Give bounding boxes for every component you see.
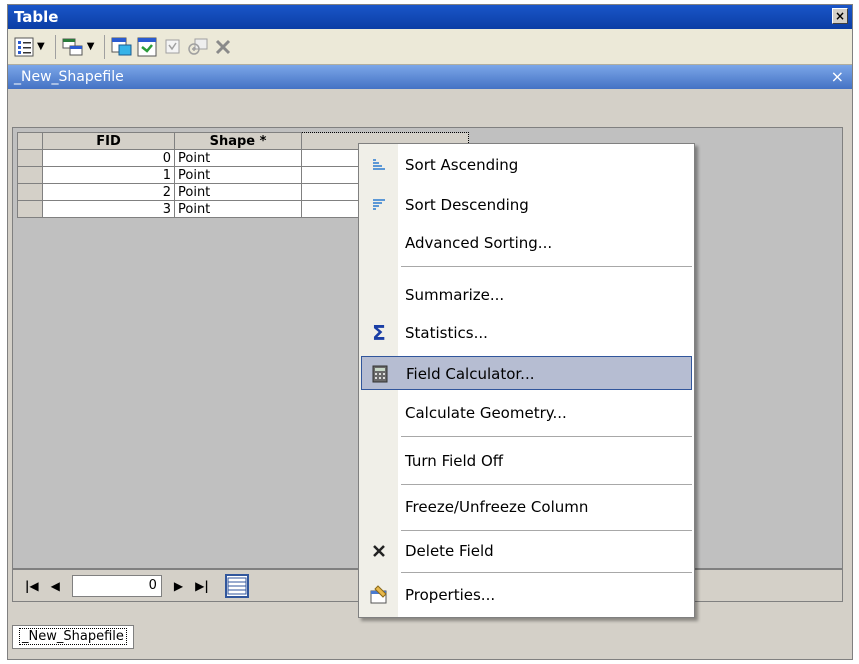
- menu-item-label: Freeze/Unfreeze Column: [405, 498, 589, 516]
- menu-item-label: Statistics...: [405, 324, 488, 342]
- menu-item-summarize[interactable]: Summarize...: [361, 278, 692, 312]
- select-by-attributes-button[interactable]: [111, 34, 133, 60]
- switch-selection-button[interactable]: [137, 34, 159, 60]
- cell-shape[interactable]: Point: [174, 183, 302, 201]
- cell-fid[interactable]: 2: [42, 183, 175, 201]
- menu-separator: [401, 484, 692, 485]
- row-selector[interactable]: [17, 200, 43, 218]
- sigma-icon: Σ: [372, 321, 386, 345]
- menu-separator: [401, 266, 692, 267]
- row-selector[interactable]: [17, 149, 43, 167]
- chevron-down-icon: ▼: [37, 41, 45, 52]
- menu-item-field-calculator[interactable]: Field Calculator...: [361, 356, 692, 390]
- zoom-to-selected-icon: [188, 38, 208, 55]
- sort-descending-icon: [361, 188, 397, 222]
- menu-item-delete-field[interactable]: Delete Field: [361, 534, 692, 568]
- tab-label: _New_Shapefile: [19, 628, 127, 645]
- field-context-menu: Sort Ascending Sort Descending Advanced …: [358, 143, 695, 618]
- window-close-button[interactable]: ×: [832, 8, 848, 24]
- menu-item-turn-field-off[interactable]: Turn Field Off: [361, 444, 692, 478]
- cell-fid[interactable]: 0: [42, 149, 175, 167]
- menu-separator: [401, 572, 692, 573]
- show-all-records-button[interactable]: [224, 573, 249, 598]
- switch-selection-icon: [137, 37, 157, 56]
- table-options-icon: [14, 37, 34, 56]
- menu-item-label: Properties...: [405, 586, 496, 604]
- cell-fid[interactable]: 3: [42, 200, 175, 218]
- menu-item-label: Calculate Geometry...: [405, 404, 567, 422]
- table-panel-title: _New_Shapefile: [14, 69, 124, 85]
- properties-icon: [361, 578, 397, 612]
- delete-selected-icon: [216, 39, 231, 54]
- last-record-icon[interactable]: ▶|: [195, 579, 209, 593]
- record-number-input[interactable]: 0: [71, 574, 162, 597]
- menu-item-calculate-geometry[interactable]: Calculate Geometry...: [361, 396, 692, 430]
- sort-ascending-icon: [361, 148, 397, 182]
- menu-item-label: Delete Field: [405, 542, 494, 560]
- select-all-cell[interactable]: [17, 132, 43, 150]
- calculator-icon: [362, 357, 398, 391]
- toolbar-separator: [104, 34, 106, 59]
- menu-item-advanced-sorting[interactable]: Advanced Sorting...: [361, 226, 692, 260]
- cell-shape[interactable]: Point: [174, 166, 302, 184]
- first-record-icon[interactable]: |◀: [25, 579, 39, 593]
- clear-selection-button[interactable]: [163, 34, 183, 60]
- menu-item-sort-ascending[interactable]: Sort Ascending: [361, 148, 692, 182]
- menu-item-label: Turn Field Off: [405, 452, 504, 470]
- menu-item-label: Advanced Sorting...: [405, 234, 553, 252]
- table-options-button[interactable]: ▼: [14, 34, 45, 60]
- menu-item-label: Sort Ascending: [405, 156, 519, 174]
- menu-item-statistics[interactable]: Σ Statistics...: [361, 316, 692, 350]
- related-tables-icon: [62, 38, 83, 55]
- cell-fid[interactable]: 1: [42, 166, 175, 184]
- menu-item-sort-descending[interactable]: Sort Descending: [361, 188, 692, 222]
- table-tabs: _New_Shapefile: [12, 625, 134, 651]
- row-selector[interactable]: [17, 166, 43, 184]
- column-header-shape[interactable]: Shape *: [174, 132, 302, 150]
- table-view-icon: [227, 577, 247, 594]
- menu-item-freeze-unfreeze-column[interactable]: Freeze/Unfreeze Column: [361, 490, 692, 524]
- menu-separator: [401, 436, 692, 437]
- row-selector[interactable]: [17, 183, 43, 201]
- select-by-attributes-icon: [111, 37, 132, 55]
- window-titlebar: Table ×: [8, 5, 852, 29]
- next-record-icon[interactable]: ▶: [174, 579, 183, 593]
- delete-selected-button[interactable]: [213, 34, 233, 60]
- delete-x-icon: [361, 534, 397, 568]
- menu-item-label: Field Calculator...: [406, 365, 535, 383]
- menu-item-properties[interactable]: Properties...: [361, 578, 692, 612]
- menu-separator: [401, 530, 692, 531]
- menu-item-label: Summarize...: [405, 286, 505, 304]
- zoom-to-selected-button[interactable]: [187, 34, 209, 60]
- cell-shape[interactable]: Point: [174, 200, 302, 218]
- table-panel-header: _New_Shapefile ×: [8, 65, 852, 89]
- related-tables-button[interactable]: ▼: [62, 34, 95, 60]
- table-toolbar: ▼ ▼: [8, 29, 852, 65]
- column-header-fid[interactable]: FID: [42, 132, 175, 150]
- cell-shape[interactable]: Point: [174, 149, 302, 167]
- clear-selection-icon: [165, 39, 180, 53]
- previous-record-icon[interactable]: ◀: [51, 579, 60, 593]
- toolbar-separator: [54, 34, 56, 59]
- chevron-down-icon: ▼: [86, 41, 95, 52]
- window-title: Table: [14, 8, 59, 26]
- panel-close-icon[interactable]: ×: [831, 65, 844, 89]
- tab-new-shapefile[interactable]: _New_Shapefile: [12, 625, 134, 649]
- menu-item-label: Sort Descending: [405, 196, 529, 214]
